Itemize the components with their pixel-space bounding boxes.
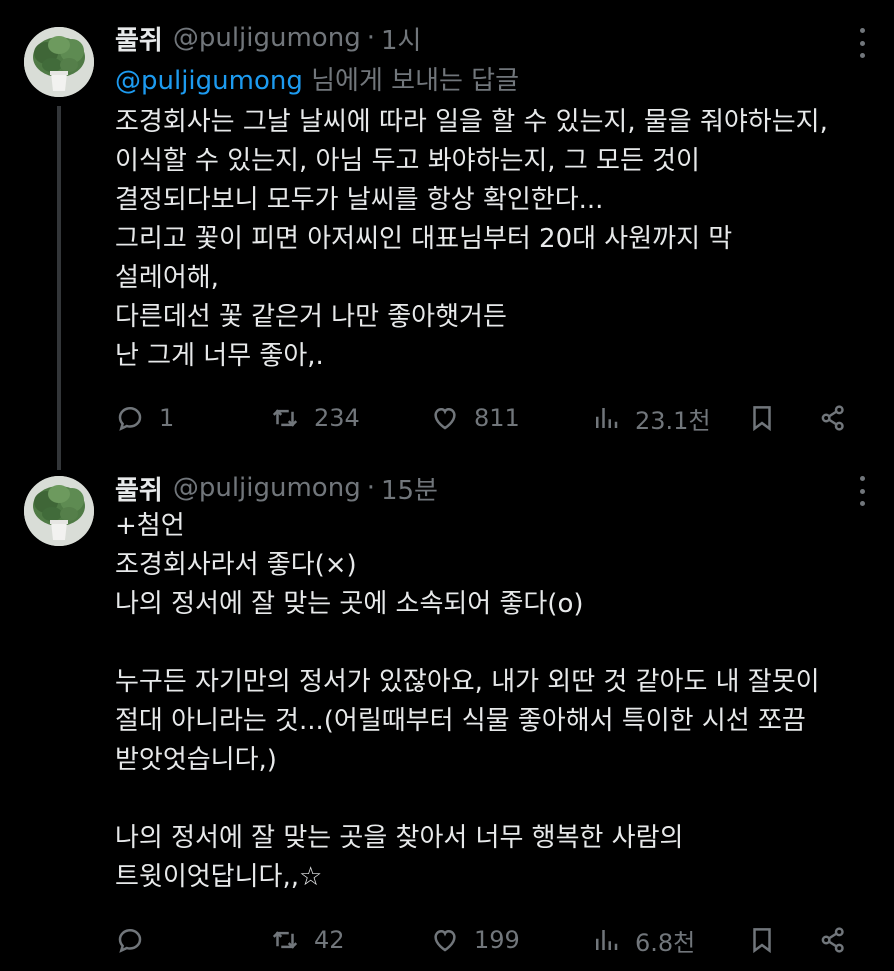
timestamp[interactable]: 15분	[381, 470, 438, 507]
like-count: 811	[474, 404, 520, 432]
reply-to-label: 님에게 보내는 답글	[302, 66, 520, 96]
tweet-text-line: 난 그게 너무 좋아,.	[115, 341, 324, 371]
share-icon	[821, 927, 844, 953]
views-button[interactable]: 6.8천	[591, 920, 695, 960]
action-bar: 42 199 6.8천	[115, 920, 866, 960]
share-button[interactable]	[818, 398, 848, 438]
retweet-count: 42	[314, 926, 345, 954]
avatar[interactable]	[24, 27, 94, 97]
tweet-text: 조경회사는 그날 날씨에 따라 일을 할 수 있는지, 물을 줘야하는지, 이식…	[115, 103, 828, 376]
heart-icon	[434, 407, 456, 430]
author-name[interactable]: 풀쥐	[115, 470, 163, 507]
share-icon	[821, 405, 844, 431]
views-chart-icon	[596, 408, 618, 428]
thread-connector-line	[57, 106, 61, 470]
share-button[interactable]	[818, 920, 848, 960]
tweet-text-line: 결정되다보니 모두가 날씨를 항상 확인한다...	[115, 185, 604, 215]
bookmark-icon	[753, 928, 771, 954]
views-chart-icon	[596, 930, 618, 950]
tweet-text-line: 나의 정서에 잘 맞는 곳에 소속되어 좋다(o)	[115, 589, 584, 619]
tweet-text: +첨언 조경회사라서 좋다(×) 나의 정서에 잘 맞는 곳에 소속되어 좋다(…	[115, 507, 820, 897]
heart-icon	[434, 929, 456, 952]
tweet[interactable]: 풀쥐 @puljigumong · 1시 @puljigumong 님에게 보내…	[0, 0, 894, 470]
tweet-text-line: 이식할 수 있는지, 아님 두고 봐야하는지, 그 모든 것이	[115, 146, 700, 176]
like-button[interactable]: 811	[430, 398, 520, 438]
tweet-text-line	[115, 780, 820, 819]
bookmark-button[interactable]	[747, 398, 777, 438]
reply-button[interactable]	[115, 920, 159, 960]
tweet-text-line: 받앗엇습니다,)	[115, 745, 277, 775]
tweet-text-line: 조경회사라서 좋다(×)	[115, 550, 357, 580]
reply-mention-link[interactable]: @puljigumong	[115, 66, 303, 96]
bookmark-icon	[753, 406, 771, 432]
retweet-count: 234	[314, 404, 360, 432]
avatar-plant-image	[24, 27, 94, 97]
tweet[interactable]: 풀쥐 @puljigumong · 15분 +첨언 조경회사라서 좋다(×) 나…	[0, 470, 894, 971]
tweet-text-line: 조경회사는 그날 날씨에 따라 일을 할 수 있는지, 물을 줘야하는지,	[115, 107, 828, 137]
tweet-text-line: 그리고 꽃이 피면 아저씨인 대표님부터 20대 사원까지 막	[115, 224, 733, 254]
reply-button[interactable]: 1	[115, 398, 174, 438]
reply-count: 1	[159, 404, 175, 432]
author-handle[interactable]: @puljigumong	[173, 23, 361, 53]
action-bar: 1 234 811 23.1천	[115, 398, 866, 438]
separator-dot: ·	[366, 23, 375, 53]
separator-dot: ·	[366, 473, 375, 503]
reply-icon	[118, 406, 142, 431]
timestamp[interactable]: 1시	[381, 20, 421, 57]
bookmark-button[interactable]	[747, 920, 777, 960]
retweet-button[interactable]: 234	[270, 398, 360, 438]
more-dots-icon[interactable]	[858, 476, 866, 506]
tweet-text-line: 다른데선 꽃 같은거 나만 좋아햇거든	[115, 302, 507, 332]
tweet-text-line: 트윗이엇답니다,,☆	[115, 862, 323, 892]
views-button[interactable]: 23.1천	[591, 398, 711, 438]
view-count: 6.8천	[635, 928, 696, 957]
reply-icon	[118, 928, 142, 953]
tweet-header: 풀쥐 @puljigumong · 15분	[115, 470, 438, 506]
replying-to: @puljigumong 님에게 보내는 답글	[115, 60, 519, 97]
tweet-header: 풀쥐 @puljigumong · 1시	[115, 20, 421, 56]
like-count: 199	[474, 926, 520, 954]
tweet-text-line	[115, 624, 820, 663]
retweet-icon	[272, 931, 298, 949]
avatar[interactable]	[24, 476, 94, 546]
author-name[interactable]: 풀쥐	[115, 20, 163, 57]
retweet-button[interactable]: 42	[270, 920, 345, 960]
tweet-text-line: 누구든 자기만의 정서가 있잖아요, 내가 외딴 것 같아도 내 잘못이	[115, 667, 820, 697]
like-button[interactable]: 199	[430, 920, 520, 960]
tweet-text-line: 나의 정서에 잘 맞는 곳을 찾아서 너무 행복한 사람의	[115, 823, 684, 853]
more-dots-icon[interactable]	[858, 28, 866, 58]
tweet-text-line: 설레어해,	[115, 263, 219, 293]
author-handle[interactable]: @puljigumong	[173, 473, 361, 503]
retweet-icon	[272, 409, 298, 427]
view-count: 23.1천	[635, 406, 711, 435]
avatar-plant-image	[24, 476, 94, 546]
tweet-text-line: +첨언	[115, 511, 185, 541]
tweet-text-line: 절대 아니라는 것...(어릴때부터 식물 좋아해서 특이한 시선 쪼끔	[115, 706, 806, 736]
